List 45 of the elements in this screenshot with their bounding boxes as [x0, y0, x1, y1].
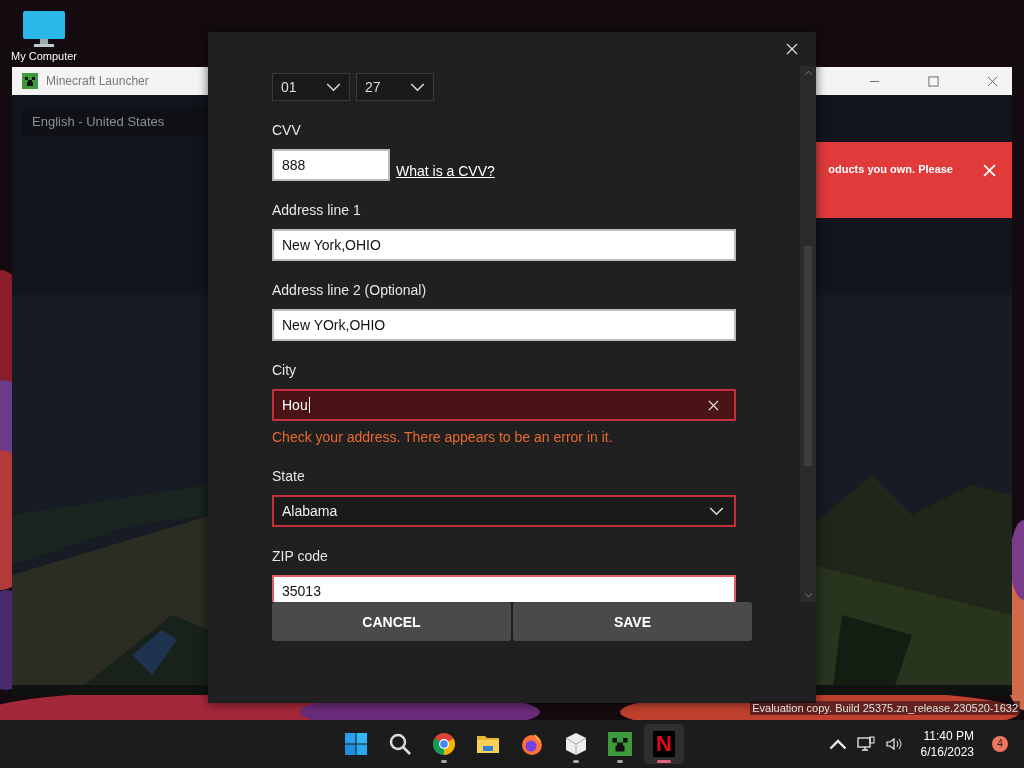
- taskbar-app[interactable]: N: [644, 724, 684, 764]
- scroll-up-icon[interactable]: [803, 70, 813, 76]
- firefox-icon: [520, 732, 544, 756]
- cube-icon: [564, 732, 588, 756]
- input-field[interactable]: 35013: [272, 575, 736, 602]
- scroll-down-icon[interactable]: [803, 592, 813, 598]
- creeper-icon: [22, 73, 38, 89]
- scrollbar[interactable]: [800, 66, 816, 602]
- banner-message: oducts you own. Please: [828, 163, 953, 175]
- chrome-icon: [432, 732, 456, 756]
- expiry-dropdown[interactable]: 01: [272, 73, 350, 101]
- volume-icon[interactable]: [884, 736, 903, 752]
- creeper-icon: [608, 732, 632, 756]
- window-title: Minecraft Launcher: [46, 74, 149, 88]
- cvv-help-link[interactable]: What is a CVV?: [396, 163, 495, 179]
- field-label: State: [272, 467, 305, 486]
- search-icon: [388, 732, 412, 756]
- network-icon[interactable]: [856, 736, 875, 752]
- input-field[interactable]: Hou: [272, 389, 736, 421]
- clear-icon[interactable]: [708, 399, 719, 411]
- state-dropdown[interactable]: Alabama: [272, 495, 736, 527]
- monitor-icon[interactable]: [22, 10, 66, 48]
- notification-badge[interactable]: 4: [992, 736, 1008, 752]
- save-button[interactable]: SAVE: [513, 602, 752, 641]
- field-label: Address line 2 (Optional): [272, 281, 427, 300]
- clock[interactable]: 11:40 PM 6/16/2023: [920, 728, 974, 760]
- field-label: CVV: [272, 121, 301, 140]
- input-field[interactable]: New York,OHIO: [272, 229, 736, 261]
- field-label: ZIP code: [272, 547, 328, 566]
- app-logo: N: [653, 731, 675, 757]
- clock-time: 11:40 PM: [923, 728, 974, 744]
- input-field[interactable]: 888: [272, 149, 390, 181]
- clock-date: 6/16/2023: [920, 744, 974, 760]
- chevron-icon: [326, 82, 341, 92]
- error-message: Check your address. There appears to be an error in it.: [272, 428, 613, 447]
- expiry-dropdown[interactable]: 27: [356, 73, 434, 101]
- chevron-icon: [410, 82, 425, 92]
- build-watermark: Evaluation copy. Build 25375.zn_release.230520-1632: [750, 701, 1020, 715]
- windows-icon: [344, 732, 368, 756]
- field-label: Address line 1: [272, 201, 361, 220]
- input-field[interactable]: New YOrk,OHIO: [272, 309, 736, 341]
- cancel-button[interactable]: CANCEL: [272, 602, 511, 641]
- field-label: City: [272, 361, 297, 380]
- chevron-icon: [709, 506, 724, 516]
- desktop-icon-label[interactable]: My Computer: [11, 50, 77, 62]
